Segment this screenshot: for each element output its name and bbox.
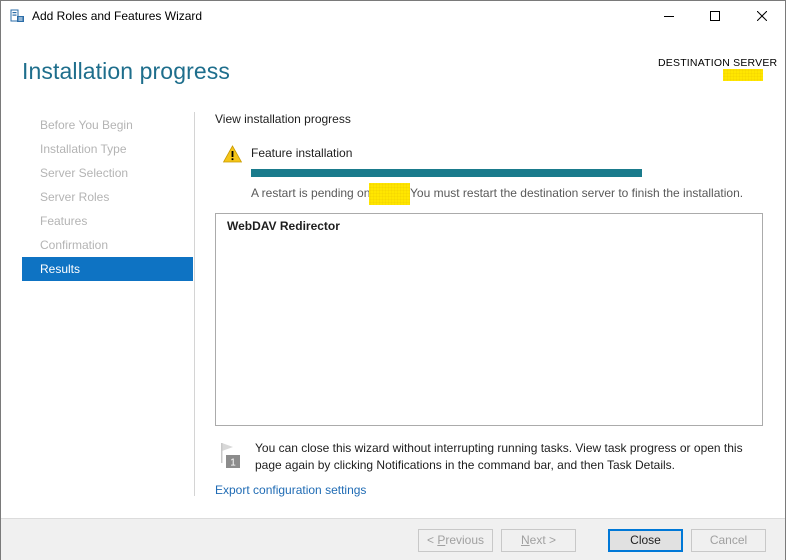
notification-flag-icon: 1 (219, 441, 243, 469)
feature-installation-label: Feature installation (251, 146, 353, 160)
server-manager-icon (10, 9, 25, 23)
destination-server-redacted (723, 69, 763, 81)
warning-icon (222, 145, 243, 163)
nav-item-confirmation: Confirmation (40, 238, 109, 252)
info-message: You can close this wizard without interr… (255, 441, 743, 472)
wizard-footer: < Previous Next > Close Cancel (1, 518, 785, 560)
maximize-button[interactable] (692, 1, 738, 31)
wizard-nav: Before You Begin Installation Type Serve… (22, 113, 193, 281)
export-configuration-link[interactable]: Export configuration settings (215, 483, 366, 497)
page-title: Installation progress (22, 58, 230, 84)
nav-item-server-roles: Server Roles (40, 190, 110, 204)
installation-progress-bar (251, 169, 642, 177)
progress-fill (251, 169, 642, 177)
next-button[interactable]: Next > (501, 529, 576, 552)
restart-message-suffix: You must restart the destination server … (410, 186, 744, 200)
title-bar[interactable]: Add Roles and Features Wizard (1, 1, 785, 31)
minimize-button[interactable] (646, 1, 692, 31)
minimize-icon (664, 16, 674, 17)
previous-button-prefix: < (426, 533, 438, 547)
wizard-window: Add Roles and Features Wizard Installati… (0, 0, 786, 560)
nav-divider (194, 112, 195, 496)
next-button-accesskey: N (520, 533, 530, 547)
nav-item-server-selection: Server Selection (40, 166, 129, 180)
destination-server-label: DESTINATION SERVER (658, 57, 778, 69)
nav-item-installation-type: Installation Type (40, 142, 127, 156)
svg-text:1: 1 (230, 458, 236, 469)
next-button-label: ext > (529, 533, 557, 547)
restart-message-prefix: A restart is pending on (251, 186, 371, 200)
nav-item-features: Features (40, 214, 88, 228)
window-close-button[interactable] (739, 1, 785, 31)
window-title: Add Roles and Features Wizard (32, 9, 203, 23)
results-list[interactable]: WebDAV Redirector (215, 213, 763, 426)
close-icon (757, 11, 767, 21)
previous-button[interactable]: < Previous (418, 529, 493, 552)
result-item-webdav-redirector: WebDAV Redirector (227, 219, 340, 233)
section-label: View installation progress (215, 112, 351, 126)
previous-button-label: revious (445, 533, 485, 547)
maximize-icon (710, 11, 720, 21)
server-name-redacted (369, 183, 410, 205)
cancel-button[interactable]: Cancel (691, 529, 766, 552)
nav-item-results[interactable]: Results (22, 257, 193, 281)
nav-item-before-you-begin: Before You Begin (40, 118, 133, 132)
close-button[interactable]: Close (608, 529, 683, 552)
